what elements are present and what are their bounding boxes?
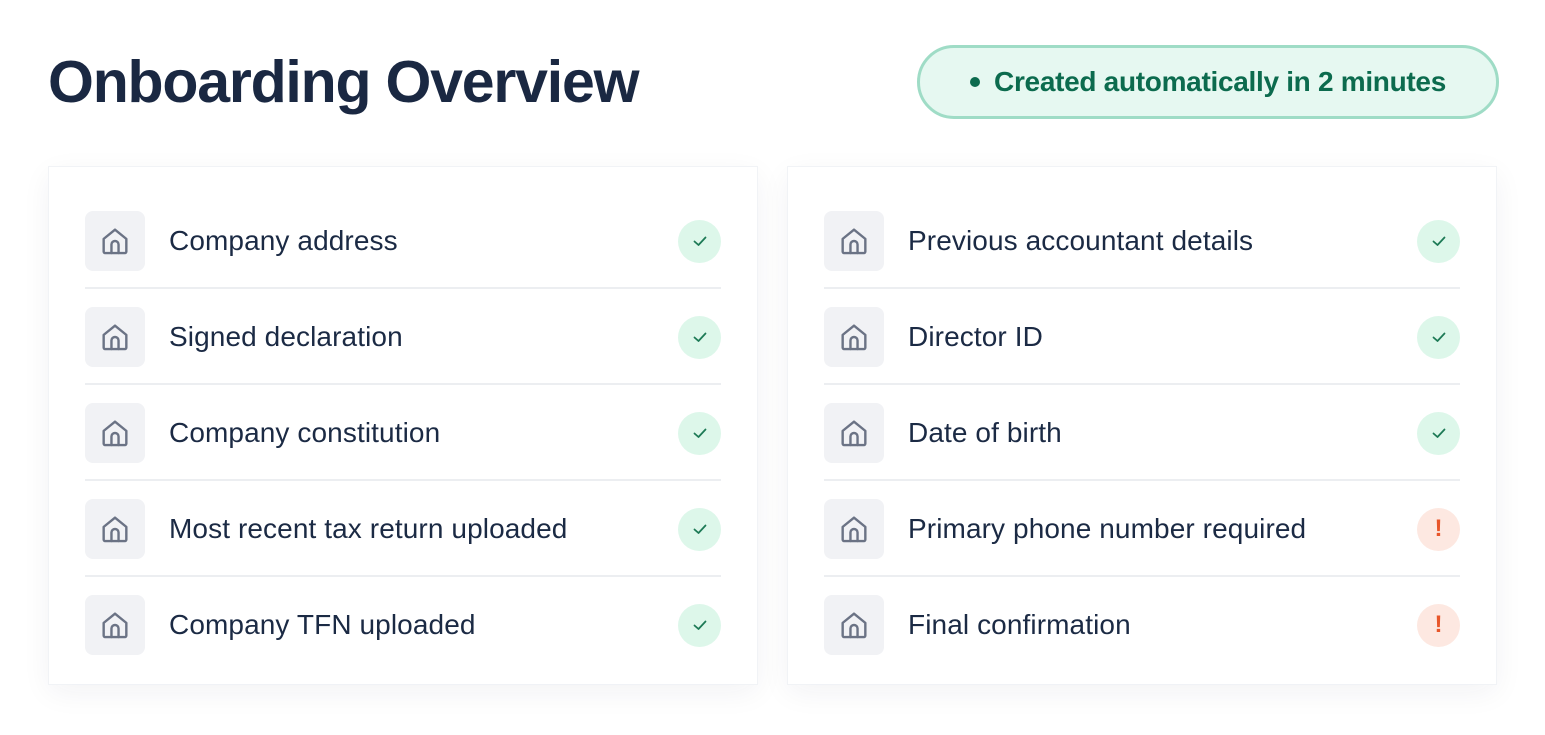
checklist-row-1[interactable]: Previous accountant details <box>824 193 1460 289</box>
check-icon <box>678 507 721 551</box>
house-icon <box>824 211 884 271</box>
checklist-item-label: Company constitution <box>169 417 441 448</box>
checklist-row-5[interactable]: Company TFN uploaded <box>85 577 721 673</box>
warning-mark: ! <box>1434 515 1443 542</box>
checklist-item-label: Date of birth <box>908 417 1062 448</box>
checklist-card-left: Company address Signed declaration Compa… <box>49 167 757 684</box>
house-icon <box>824 403 884 463</box>
checklist-row-3[interactable]: Company constitution <box>85 385 721 481</box>
checklist-item-label: Previous accountant details <box>908 225 1254 256</box>
check-icon <box>1417 219 1460 263</box>
checklist-row-3[interactable]: Date of birth <box>824 385 1460 481</box>
house-icon <box>85 403 145 463</box>
page-title: Onboarding Overview <box>48 49 639 115</box>
house-icon <box>85 307 145 367</box>
badge-text: Created automatically in 2 minutes <box>994 66 1446 97</box>
house-icon <box>85 211 145 271</box>
checklist-item-label: Company address <box>169 225 398 256</box>
checklist-card-right: Previous accountant details Director ID … <box>788 167 1496 684</box>
onboarding-overview-page: Onboarding Overview Created automaticall… <box>0 0 1545 735</box>
checklist-item-label: Company TFN uploaded <box>169 609 476 640</box>
house-icon <box>85 499 145 559</box>
checklist-row-1[interactable]: Company address <box>85 193 721 289</box>
checklist-item-label: Most recent tax return uploaded <box>169 513 568 544</box>
check-icon <box>678 219 721 263</box>
checklist-row-5[interactable]: Final confirmation ! <box>824 577 1460 673</box>
checklist-row-4[interactable]: Primary phone number required ! <box>824 481 1460 577</box>
checklist-item-label: Final confirmation <box>908 609 1131 640</box>
status-dot <box>970 77 981 87</box>
warning-mark: ! <box>1434 611 1443 638</box>
check-icon <box>1417 411 1460 455</box>
house-icon <box>824 499 884 559</box>
check-icon <box>678 315 721 359</box>
house-icon <box>85 595 145 655</box>
house-icon <box>824 595 884 655</box>
checklist-row-2[interactable]: Director ID <box>824 289 1460 385</box>
checklist-item-label: Primary phone number required <box>908 513 1307 544</box>
auto-created-badge: Created automatically in 2 minutes <box>917 45 1499 119</box>
exclamation-icon: ! <box>1417 507 1460 551</box>
checklist-item-label: Signed declaration <box>169 321 403 352</box>
exclamation-icon: ! <box>1417 603 1460 647</box>
house-icon <box>824 307 884 367</box>
checklist-row-2[interactable]: Signed declaration <box>85 289 721 385</box>
checklist-item-label: Director ID <box>908 321 1043 352</box>
check-icon <box>1417 315 1460 359</box>
check-icon <box>678 603 721 647</box>
checklist-row-4[interactable]: Most recent tax return uploaded <box>85 481 721 577</box>
check-icon <box>678 411 721 455</box>
